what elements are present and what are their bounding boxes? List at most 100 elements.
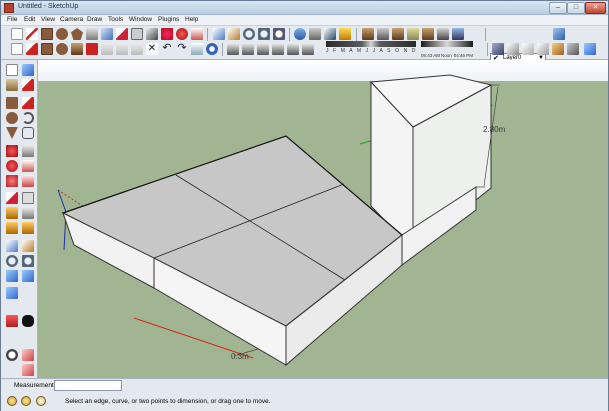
scene-icon[interactable]: [452, 28, 464, 40]
orbit-tool-icon[interactable]: [213, 28, 225, 40]
maximize-button[interactable]: □: [567, 2, 585, 14]
eraser-tool-icon[interactable]: [26, 28, 38, 40]
shadow-time-slider[interactable]: [421, 41, 473, 47]
look-around-palette-icon[interactable]: [22, 315, 34, 327]
textured-style-icon[interactable]: [552, 43, 564, 55]
polygon-palette-icon[interactable]: [6, 127, 18, 139]
pan-tool-icon[interactable]: [228, 28, 240, 40]
rectangle-draw-icon[interactable]: [41, 43, 53, 55]
copy-icon[interactable]: [116, 43, 128, 55]
position-camera-palette-icon[interactable]: [6, 287, 18, 299]
circle-palette-icon[interactable]: [6, 112, 18, 124]
zoom-window-palette-icon[interactable]: [22, 255, 34, 267]
text-palette-icon[interactable]: [22, 207, 34, 219]
paint-palette-icon[interactable]: [6, 79, 18, 91]
position-texture-palette-icon[interactable]: [22, 349, 34, 361]
share-model-icon[interactable]: [309, 28, 321, 40]
orbit-palette-icon[interactable]: [6, 240, 18, 252]
right-view-icon[interactable]: [272, 43, 284, 55]
circle-tool-icon[interactable]: [56, 28, 68, 40]
warehouse-icon[interactable]: [407, 28, 419, 40]
protractor-palette-icon[interactable]: [6, 207, 18, 219]
xray-style-icon[interactable]: [492, 43, 504, 55]
dimension-tool-icon[interactable]: [131, 28, 143, 40]
delete-icon[interactable]: ✕: [146, 43, 158, 55]
push-pull-red-icon[interactable]: [86, 43, 98, 55]
tape-palette-icon[interactable]: [6, 192, 18, 204]
iso-view-icon[interactable]: [227, 43, 239, 55]
dimension-palette-icon[interactable]: [22, 192, 34, 204]
print-icon[interactable]: [191, 43, 203, 55]
scale-palette-icon[interactable]: [6, 175, 18, 187]
rectangle-tool-icon[interactable]: [41, 28, 53, 40]
shadow-date-slider[interactable]: [326, 41, 416, 47]
model-info-icon[interactable]: [206, 43, 218, 55]
display-shadows-icon[interactable]: [339, 28, 351, 40]
select-palette-icon[interactable]: [6, 64, 18, 76]
instructor-icon[interactable]: [36, 396, 46, 406]
sandbox-palette-icon[interactable]: [22, 364, 34, 376]
move-palette-icon[interactable]: [6, 145, 18, 157]
move-tool-icon[interactable]: [161, 28, 173, 40]
wireframe-style-icon[interactable]: [507, 43, 519, 55]
zoom-extents-palette-icon[interactable]: [6, 270, 18, 282]
top-view-icon[interactable]: [242, 43, 254, 55]
push-pull-palette-icon[interactable]: [22, 145, 34, 157]
follow-me-palette-icon[interactable]: [22, 160, 34, 172]
monochrome-style-icon[interactable]: [567, 43, 579, 55]
rotate-palette-icon[interactable]: [6, 160, 18, 172]
shaded-style-icon[interactable]: [537, 43, 549, 55]
menu-view[interactable]: View: [41, 16, 55, 23]
protractor-icon[interactable]: [146, 28, 158, 40]
menu-file[interactable]: File: [7, 16, 17, 23]
zoom-tool-icon[interactable]: [243, 28, 255, 40]
box-icon[interactable]: [362, 28, 374, 40]
eraser-palette-icon[interactable]: [22, 79, 34, 91]
credits-icon[interactable]: [21, 396, 31, 406]
line-palette-icon[interactable]: [22, 97, 34, 109]
geo-location-icon[interactable]: [7, 396, 17, 406]
menu-plugins[interactable]: Plugins: [158, 16, 179, 23]
section-plane-palette-icon[interactable]: [6, 349, 18, 361]
measurements-input[interactable]: [54, 380, 122, 391]
freehand-palette-icon[interactable]: [22, 127, 34, 139]
section-plane-icon[interactable]: [377, 28, 389, 40]
pencil-tool-icon[interactable]: [26, 43, 38, 55]
tape-measure-icon[interactable]: [116, 28, 128, 40]
make-component-palette-icon[interactable]: [22, 64, 34, 76]
arc-palette-icon[interactable]: [22, 112, 34, 124]
hidden-line-style-icon[interactable]: [522, 43, 534, 55]
menu-help[interactable]: Help: [185, 16, 198, 23]
get-models-icon[interactable]: [294, 28, 306, 40]
back-view-icon[interactable]: [287, 43, 299, 55]
modeling-viewport[interactable]: 2.80m 0.3m: [38, 60, 608, 378]
pan-palette-icon[interactable]: [22, 240, 34, 252]
circle-draw-icon[interactable]: [56, 43, 68, 55]
material-icon[interactable]: [422, 28, 434, 40]
menu-draw[interactable]: Draw: [87, 16, 102, 23]
paint-bucket-icon[interactable]: [101, 28, 113, 40]
select-arrow-icon[interactable]: [11, 43, 23, 55]
offset-tool-icon[interactable]: [191, 28, 203, 40]
zoom-window-icon[interactable]: [258, 28, 270, 40]
undo-icon[interactable]: ↶: [161, 43, 173, 55]
offset-palette-icon[interactable]: [22, 175, 34, 187]
edge-style-icon[interactable]: [584, 43, 596, 55]
menu-window[interactable]: Window: [129, 16, 152, 23]
menu-tools[interactable]: Tools: [108, 16, 123, 23]
minimize-button[interactable]: –: [549, 2, 567, 14]
component-icon[interactable]: [392, 28, 404, 40]
left-view-icon[interactable]: [302, 43, 314, 55]
axes-palette-icon[interactable]: [6, 222, 18, 234]
paste-icon[interactable]: [131, 43, 143, 55]
previous-view-palette-icon[interactable]: [22, 270, 34, 282]
polygon-tool-icon[interactable]: [71, 28, 83, 40]
shadow-settings-icon[interactable]: [324, 28, 336, 40]
cut-icon[interactable]: [101, 43, 113, 55]
zoom-palette-icon[interactable]: [6, 255, 18, 267]
rotate-tool-icon[interactable]: [176, 28, 188, 40]
zoom-extents-icon[interactable]: [273, 28, 285, 40]
close-button[interactable]: ✕: [585, 2, 606, 14]
rectangle-palette-icon[interactable]: [6, 97, 18, 109]
push-pull-tool-icon[interactable]: [86, 28, 98, 40]
